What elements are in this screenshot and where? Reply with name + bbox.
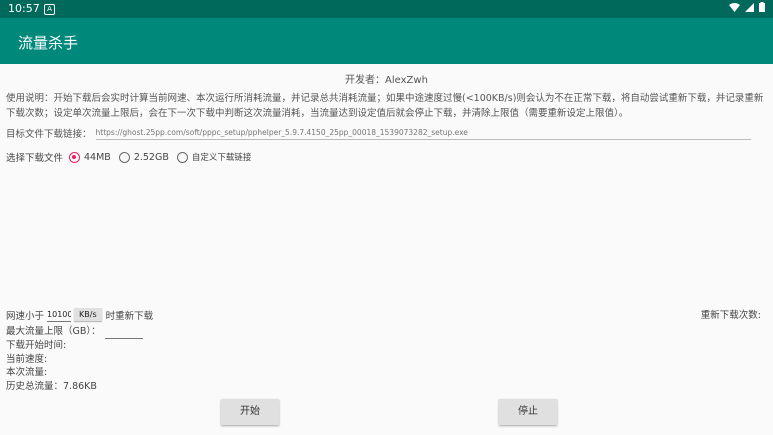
target-url-label: 目标文件下载链接： (6, 128, 92, 140)
retry-count-label: 重新下载次数: (700, 310, 761, 321)
file-select-row: 选择下载文件 44MB 2.52GB 自定义下载链接 (6, 150, 253, 164)
app-bar: 流量杀手 (0, 18, 773, 64)
stats-block: 最大流量上限（GB）： 下载开始时间: 当前速度: 本次流量: 历史总流量：7.… (6, 325, 143, 394)
speed-unit-button[interactable]: KB/s (74, 308, 102, 321)
battery-icon (759, 2, 765, 12)
total-traffic-label: 历史总流量：7.86KB (6, 381, 97, 393)
radio-custom-link[interactable] (176, 151, 188, 163)
radio-2-52gb-label[interactable]: 2.52GB (134, 152, 169, 163)
target-url-input[interactable] (95, 125, 751, 140)
current-speed-label: 当前速度: (6, 353, 48, 365)
status-time: 10:57 (8, 2, 40, 15)
start-button[interactable]: 开始 (221, 399, 279, 425)
radio-custom-link-label[interactable]: 自定义下载链接 (192, 151, 252, 163)
cell-signal-icon (745, 2, 754, 12)
status-icons (729, 2, 765, 12)
speed-threshold-row: 网速小于 KB/s 时重新下载 (6, 307, 153, 322)
start-time-label: 下载开始时间: (6, 339, 67, 351)
speed-threshold-input[interactable] (47, 307, 72, 322)
file-select-label: 选择下载文件 (6, 153, 64, 164)
max-traffic-label: 最大流量上限（GB）： (6, 326, 101, 337)
max-traffic-input[interactable] (104, 327, 143, 339)
status-bar: 10:57 A (0, 0, 773, 18)
speed-before-label: 网速小于 (6, 310, 45, 322)
usage-instructions: 使用说明：开始下载后会实时计算当前网速、本次运行所消耗流量，并记录总共消耗流量；… (6, 93, 764, 119)
max-traffic-row: 最大流量上限（GB）： (6, 325, 143, 339)
stop-button[interactable]: 停止 (499, 399, 557, 425)
target-url-row: 目标文件下载链接： (6, 125, 751, 140)
wifi-icon (729, 2, 740, 12)
radio-44mb[interactable] (69, 151, 81, 163)
notification-icon: A (44, 4, 55, 15)
speed-after-label: 时重新下载 (105, 310, 154, 322)
session-traffic-label: 本次流量: (6, 367, 48, 379)
radio-44mb-label[interactable]: 44MB (84, 152, 111, 163)
app-title: 流量杀手 (18, 34, 79, 52)
radio-2-52gb[interactable] (118, 151, 130, 163)
developer-label: 开发者：AlexZwh (345, 75, 428, 86)
